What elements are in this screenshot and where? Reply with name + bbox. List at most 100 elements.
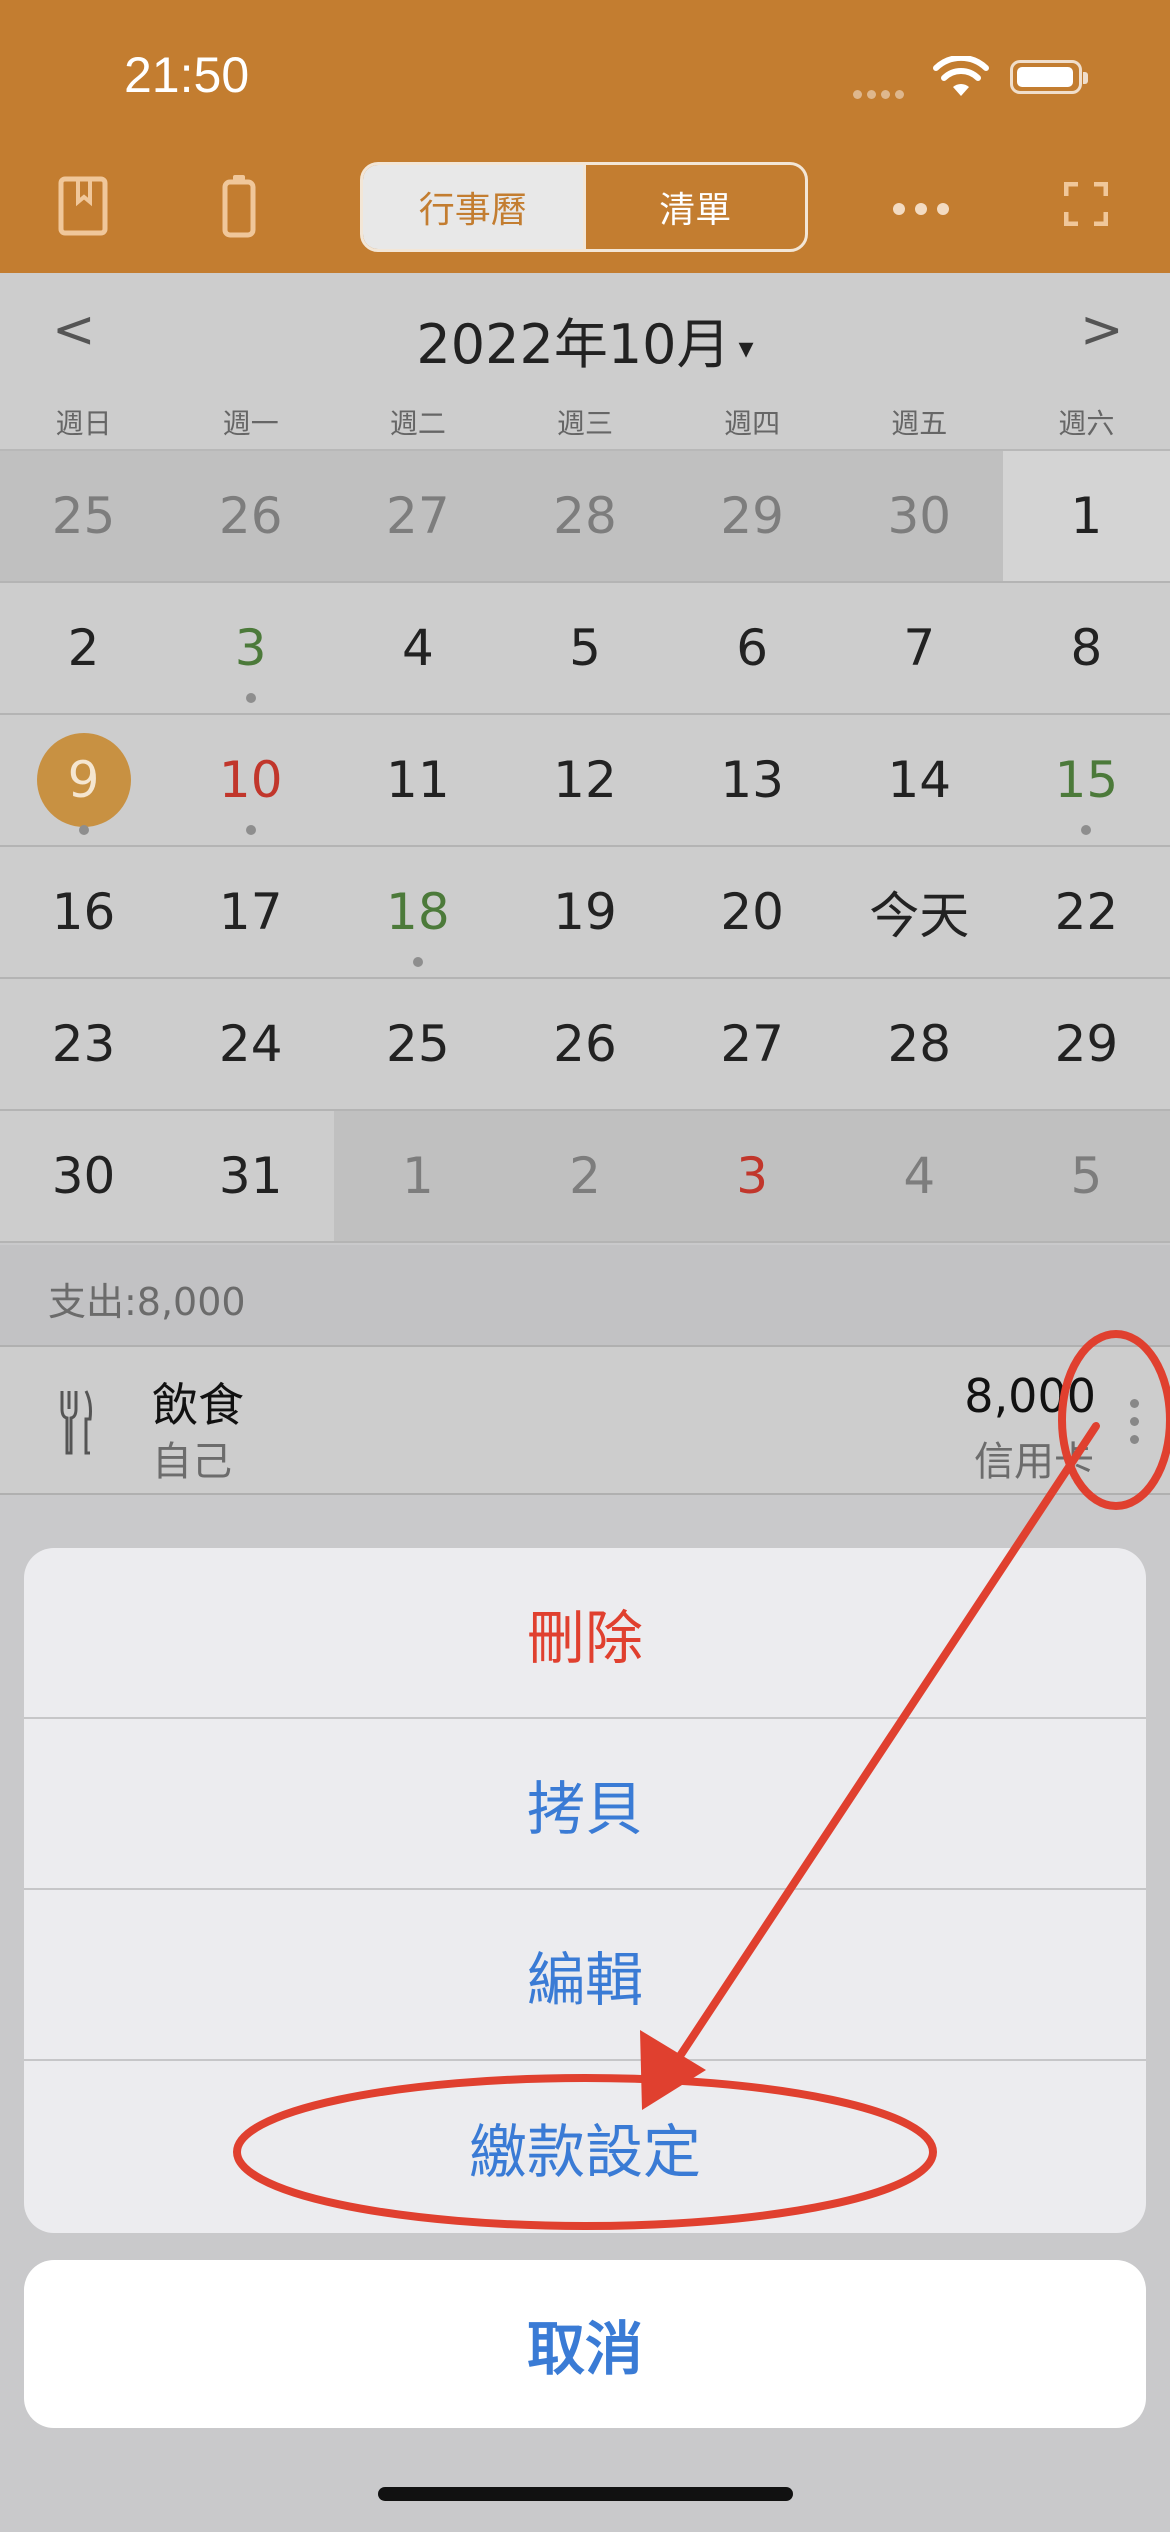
calendar-day[interactable]: 8: [1002, 583, 1170, 713]
calendar-day[interactable]: 25: [0, 451, 168, 581]
calendar-day-number: 3: [234, 619, 267, 677]
calendar-day[interactable]: 5: [1002, 1111, 1170, 1241]
calendar-day[interactable]: 2: [501, 1111, 669, 1241]
calendar-day[interactable]: 3: [668, 1111, 836, 1241]
month-title[interactable]: 2022年10月 ▾: [0, 300, 1170, 379]
calendar-day-number: 28: [887, 1015, 952, 1073]
weekday-header: 週日 週一 週二 週三 週四 週五 週六: [0, 401, 1170, 451]
app-header: 21:50 行事曆 清單: [0, 0, 1170, 273]
calendar-day[interactable]: 2: [0, 583, 168, 713]
calendar-day[interactable]: 25: [334, 979, 502, 1109]
calendar-day[interactable]: 24: [167, 979, 335, 1109]
calendar-day-number: 28: [553, 487, 617, 545]
calendar-day-number: 19: [553, 883, 617, 941]
event-dot-indicator: [78, 825, 89, 835]
weekday-label: 週日: [55, 407, 112, 440]
calendar-day[interactable]: 11: [334, 715, 502, 845]
row-more-icon[interactable]: [1130, 1399, 1139, 1453]
calendar-day-number: 29: [1054, 1015, 1119, 1073]
calendar-day[interactable]: 14: [835, 715, 1003, 845]
calendar-day[interactable]: 13: [668, 715, 836, 845]
fork-knife-icon: [60, 1390, 92, 1455]
calendar-day[interactable]: 23: [0, 979, 168, 1109]
tab-calendar[interactable]: 行事曆: [363, 165, 583, 249]
calendar-day[interactable]: 3: [167, 583, 335, 713]
event-dot-indicator: [245, 693, 256, 703]
weekday-label: 週一: [222, 407, 279, 440]
calendar-day[interactable]: 29: [668, 451, 836, 581]
battery-icon: [1010, 60, 1088, 94]
calendar-week-row: 30 31 1 2 3 4 5: [0, 1111, 1170, 1243]
weekday-label: 週二: [389, 407, 446, 440]
calendar-day-number: 2: [569, 1147, 601, 1205]
calendar-day[interactable]: 27: [334, 451, 502, 581]
calendar-day-number: 16: [51, 883, 116, 941]
calendar-day-number: 12: [553, 751, 617, 809]
calendar-day-number: 27: [386, 487, 450, 545]
view-segmented-control[interactable]: 行事曆 清單: [360, 162, 808, 252]
calendar-day[interactable]: 6: [668, 583, 836, 713]
calendar-day[interactable]: 29: [1002, 979, 1170, 1109]
calendar-day[interactable]: 31: [167, 1111, 335, 1241]
calendar-day-number: 3: [736, 1147, 769, 1205]
calendar-day[interactable]: 12: [501, 715, 669, 845]
calendar-day[interactable]: 22: [1002, 847, 1170, 977]
calendar-day[interactable]: 30: [835, 451, 1003, 581]
calendar-day[interactable]: 30: [0, 1111, 168, 1241]
calendar-day[interactable]: 28: [501, 451, 669, 581]
calendar-day[interactable]: 10: [167, 715, 335, 845]
calendar-day-number: 4: [903, 1147, 936, 1205]
weekday-label: 週五: [891, 407, 948, 440]
event-dot-indicator: [412, 957, 423, 967]
calendar-day-number: 5: [569, 619, 601, 677]
battery-outline-icon[interactable]: [222, 174, 256, 238]
next-month-button[interactable]: >: [1080, 300, 1124, 360]
more-icon[interactable]: [893, 200, 959, 219]
calendar-day-number: 24: [218, 1015, 283, 1073]
calendar-day[interactable]: 4: [334, 583, 502, 713]
calendar-day-number: 20: [720, 883, 784, 941]
calendar-week-row: 25 26 27 28 29 30 1: [0, 451, 1170, 583]
calendar-day-number: 5: [1070, 1147, 1103, 1205]
calendar-day[interactable]: 7: [835, 583, 1003, 713]
calendar-day[interactable]: 今天: [835, 847, 1003, 977]
transaction-member: 自己: [152, 1439, 232, 1485]
calendar-day[interactable]: 5: [501, 583, 669, 713]
calendar-day[interactable]: 15: [1002, 715, 1170, 845]
calendar-day[interactable]: 28: [835, 979, 1003, 1109]
action-sheet: 刪除 拷貝 編輯 繳款設定: [24, 1548, 1146, 2233]
calendar-day-number: 23: [51, 1015, 116, 1073]
calendar-day[interactable]: 26: [167, 451, 335, 581]
calendar-day[interactable]: 20: [668, 847, 836, 977]
calendar-day[interactable]: 27: [668, 979, 836, 1109]
calendar-day-number: 26: [218, 487, 283, 545]
bookmark-icon[interactable]: [58, 176, 108, 236]
calendar-day-number: 27: [720, 1015, 784, 1073]
calendar-day[interactable]: 18: [334, 847, 502, 977]
wifi-icon: [933, 56, 989, 96]
transaction-payment-method: 信用卡: [974, 1439, 1094, 1485]
calendar-day-number: 30: [887, 487, 952, 545]
calendar-day[interactable]: 17: [167, 847, 335, 977]
tab-list[interactable]: 清單: [582, 165, 806, 249]
fullscreen-icon[interactable]: [1064, 182, 1108, 226]
delete-button[interactable]: 刪除: [24, 1548, 1146, 1719]
calendar-day[interactable]: 16: [0, 847, 168, 977]
calendar-day-selected[interactable]: 9: [0, 715, 168, 845]
calendar-day[interactable]: 26: [501, 979, 669, 1109]
payment-settings-button[interactable]: 繳款設定: [24, 2061, 1146, 2233]
weekday-label: 週六: [1058, 407, 1115, 440]
calendar-day-number: 22: [1054, 883, 1119, 941]
calendar-day[interactable]: 1: [1002, 451, 1170, 581]
copy-button[interactable]: 拷貝: [24, 1719, 1146, 1890]
calendar-day[interactable]: 19: [501, 847, 669, 977]
cancel-button[interactable]: 取消: [24, 2260, 1146, 2428]
edit-button[interactable]: 編輯: [24, 1890, 1146, 2061]
calendar-day-number: 15: [1054, 751, 1119, 809]
chevron-down-icon: ▾: [738, 330, 754, 366]
calendar-day[interactable]: 4: [835, 1111, 1003, 1241]
transaction-row[interactable]: 飲食 自己 8,000 信用卡: [0, 1347, 1170, 1495]
calendar-day-number: 26: [553, 1015, 617, 1073]
calendar-day[interactable]: 1: [334, 1111, 502, 1241]
calendar-day-number: 25: [51, 487, 116, 545]
